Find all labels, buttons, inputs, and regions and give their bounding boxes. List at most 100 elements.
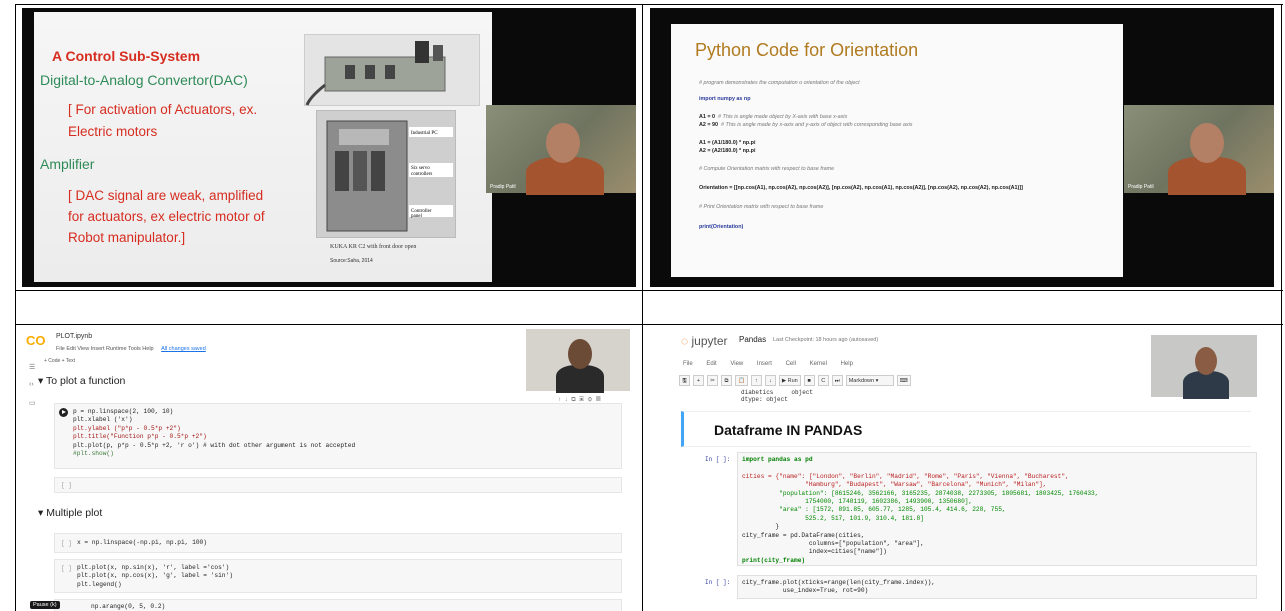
colab-logo[interactable]: CO: [26, 333, 46, 348]
code-cell-plot-source[interactable]: city_frame.plot(xticks=range(len(city_fr…: [742, 579, 935, 596]
slide: A Control Sub-System Digital-to-Analog C…: [34, 12, 492, 282]
menu-bar[interactable]: File Edit View Insert Cell Kernel Help: [683, 361, 853, 367]
amp-bullet-1: [ DAC signal are weak, amplified: [68, 188, 264, 203]
svg-text:Industrial PC: Industrial PC: [411, 131, 438, 136]
section-heading-multiple-plot-text: Multiple plot: [46, 507, 103, 519]
restart-button[interactable]: C: [817, 375, 829, 386]
grid-mid-border: [15, 290, 1283, 291]
add-cell-toolbar[interactable]: + Code + Text: [44, 358, 75, 364]
pause-badge[interactable]: Pause (k): [30, 601, 60, 609]
code-a2-conv: A2 = (A2/180.0) * np.pi: [699, 148, 756, 154]
amp-bullet-2: for actuators, ex electric motor of: [68, 209, 265, 224]
notebook-name[interactable]: Pandas: [739, 335, 766, 344]
presenter-head: [1190, 123, 1224, 163]
code-line: plt.plot(x, np.cos(x), 'g', label = 'sin…: [77, 572, 233, 580]
presenter-webcam: Pradip Patil: [486, 105, 636, 195]
presenter-shirt: [556, 365, 604, 393]
code-line[interactable]: np.arange(0, 5, 0.2): [91, 603, 165, 611]
slide: Python Code for Orientation # program de…: [671, 24, 1123, 277]
grid-top-border: [15, 4, 1283, 5]
code-line: plt.title("Function p*p - 0.5*p +2"): [73, 433, 207, 441]
presenter-name: Pradip Patil: [490, 184, 516, 190]
code-line: index=cities["name"]): [742, 548, 887, 556]
notebook-title[interactable]: PLOT.ipynb: [56, 333, 92, 340]
code-line: city_frame = pd.DataFrame(cities,: [742, 531, 865, 539]
keyboard-icon[interactable]: ⌨: [896, 375, 911, 386]
run-all-button[interactable]: ⏭: [831, 375, 843, 386]
code-line[interactable]: x = np.linspace(-np.pi, np.pi, 100): [77, 539, 207, 547]
controller-cabinet-photo: Industrial PC Six servo controllers Cont…: [316, 110, 456, 238]
empty-code-cell[interactable]: [ ]: [54, 477, 622, 493]
grid-right-border: [1281, 4, 1282, 611]
interrupt-button[interactable]: ■: [803, 375, 815, 386]
code-line: import pandas as pd: [742, 456, 813, 463]
section-heading-plot-function-text: To plot a function: [46, 375, 126, 387]
cell-bracket: [ ]: [61, 540, 72, 547]
markdown-cell[interactable]: Dataframe IN PANDAS: [681, 411, 1251, 447]
grid-mid2-border: [15, 324, 1283, 325]
code-import: import numpy as np: [699, 96, 751, 102]
code-line: 525.2, 517, 101.9, 310.4, 181.8]: [742, 514, 924, 522]
section-heading-multiple-plot[interactable]: ▾ Multiple plot: [38, 507, 102, 519]
cell-bracket: [ ]: [61, 565, 72, 572]
folder-icon[interactable]: ▭: [29, 399, 36, 407]
cell-prompt: In [ ]:: [705, 456, 731, 463]
code-line: plt.ylabel ("p*p - 0.5*p +2"): [73, 424, 181, 432]
run-button[interactable]: ▶ Run: [778, 375, 801, 386]
code-cell-multiplot-source[interactable]: plt.plot(x, np.sin(x), 'r', label ='cos'…: [77, 564, 233, 589]
code-cell-linspace[interactable]: [ ] x = np.linspace(-np.pi, np.pi, 100): [54, 533, 622, 553]
svg-text:Six servo: Six servo: [411, 166, 430, 171]
code-line: use_index=True, rot=90): [742, 587, 869, 595]
code-cell-plot[interactable]: city_frame.plot(xticks=range(len(city_fr…: [737, 575, 1257, 599]
code-cell-arange[interactable]: np.arange(0, 5, 0.2): [54, 599, 622, 611]
move-down-button[interactable]: ↓: [764, 375, 776, 386]
code-a1: A1 = 0 # This is angle made object by X-…: [699, 114, 847, 120]
section-heading-plot-function[interactable]: ▾ To plot a function: [38, 375, 125, 387]
menu-items[interactable]: File Edit View Insert Runtime Tools Help: [56, 346, 154, 352]
code-a1-comment: # This is angle made object by X-axis wi…: [718, 114, 848, 120]
grid-center-border: [642, 4, 643, 611]
copy-button[interactable]: ⧉: [721, 375, 732, 386]
presenter-webcam: Pradip Patil: [1124, 105, 1274, 195]
menu-icon[interactable]: ☰: [29, 363, 35, 371]
photo-caption: KUKA KR C2 with front door open: [330, 244, 417, 250]
cell-type-select[interactable]: Markdown ▾: [845, 375, 894, 386]
code-line: "population": [8615246, 3562166, 3165235…: [742, 489, 1099, 497]
code-line: plt.plot(p, p*p - 0.5*p +2, 'r o') # wit…: [73, 441, 356, 449]
code-cell-plot-source[interactable]: p = np.linspace(2, 100, 10) plt.xlabel ('…: [73, 408, 355, 458]
jupyter-notebook-panel: ◌ jupyter Pandas Last Checkpoint: 18 hou…: [653, 327, 1274, 611]
dac-bullet-1: [ For activation of Actuators, ex.: [68, 102, 258, 117]
code-comment-3: # Print Orientation matrix with respect …: [699, 204, 824, 210]
move-up-button[interactable]: ↑: [750, 375, 762, 386]
save-status[interactable]: All changes saved: [161, 346, 206, 352]
slide-title: Python Code for Orientation: [695, 40, 919, 60]
notebook-toolbar: 🖫 + ✂ ⧉ 📋 ↑ ↓ ▶ Run ■ C ⏭ Markdown ▾ ⌨: [679, 375, 911, 387]
code-a1-conv: A1 = (A1/180.0) * np.pi: [699, 140, 756, 146]
code-line: print(city_frame): [742, 556, 806, 564]
run-cell-button[interactable]: [59, 408, 68, 417]
insert-cell-button[interactable]: +: [693, 375, 704, 386]
svg-text:panel: panel: [411, 214, 422, 219]
code-icon[interactable]: ‹›: [29, 381, 34, 388]
code-orientation: Orientation = [[np.cos(A1), np.cos(A2), …: [699, 185, 1023, 191]
jupyter-logo[interactable]: ◌ jupyter: [681, 334, 728, 348]
amp-bullet-3: Robot manipulator.]: [68, 230, 186, 245]
code-line: "area" : [1572, 891.85, 605.77, 1285, 10…: [742, 506, 1006, 514]
cut-button[interactable]: ✂: [707, 375, 718, 386]
dac-bullet-2: Electric motors: [68, 124, 158, 139]
cell-bracket: [ ]: [61, 482, 72, 489]
code-cell-pandas-source[interactable]: import pandas as pd cities = {"name": ["…: [742, 456, 1098, 565]
code-cell-plot[interactable]: p = np.linspace(2, 100, 10) plt.xlabel ('…: [54, 403, 622, 469]
save-button[interactable]: 🖫: [679, 375, 690, 386]
code-line: 1754000, 1740119, 1602386, 1493900, 1350…: [742, 498, 973, 506]
code-line: plt.xlabel ('x'): [73, 416, 133, 424]
checkpoint-status: Last Checkpoint: 18 hours ago (autosaved…: [773, 337, 879, 343]
paste-button[interactable]: 📋: [735, 375, 748, 386]
code-comment-1: # program demonstrates the computation o…: [699, 80, 860, 86]
code-cell-multiplot[interactable]: [ ] plt.plot(x, np.sin(x), 'r', label ='…: [54, 559, 622, 593]
amp-heading: Amplifier: [40, 156, 95, 172]
code-cell-pandas[interactable]: import pandas as pd cities = {"name": ["…: [737, 452, 1257, 566]
dac-board-photo: [304, 34, 480, 106]
code-line: plt.legend(): [77, 580, 122, 588]
